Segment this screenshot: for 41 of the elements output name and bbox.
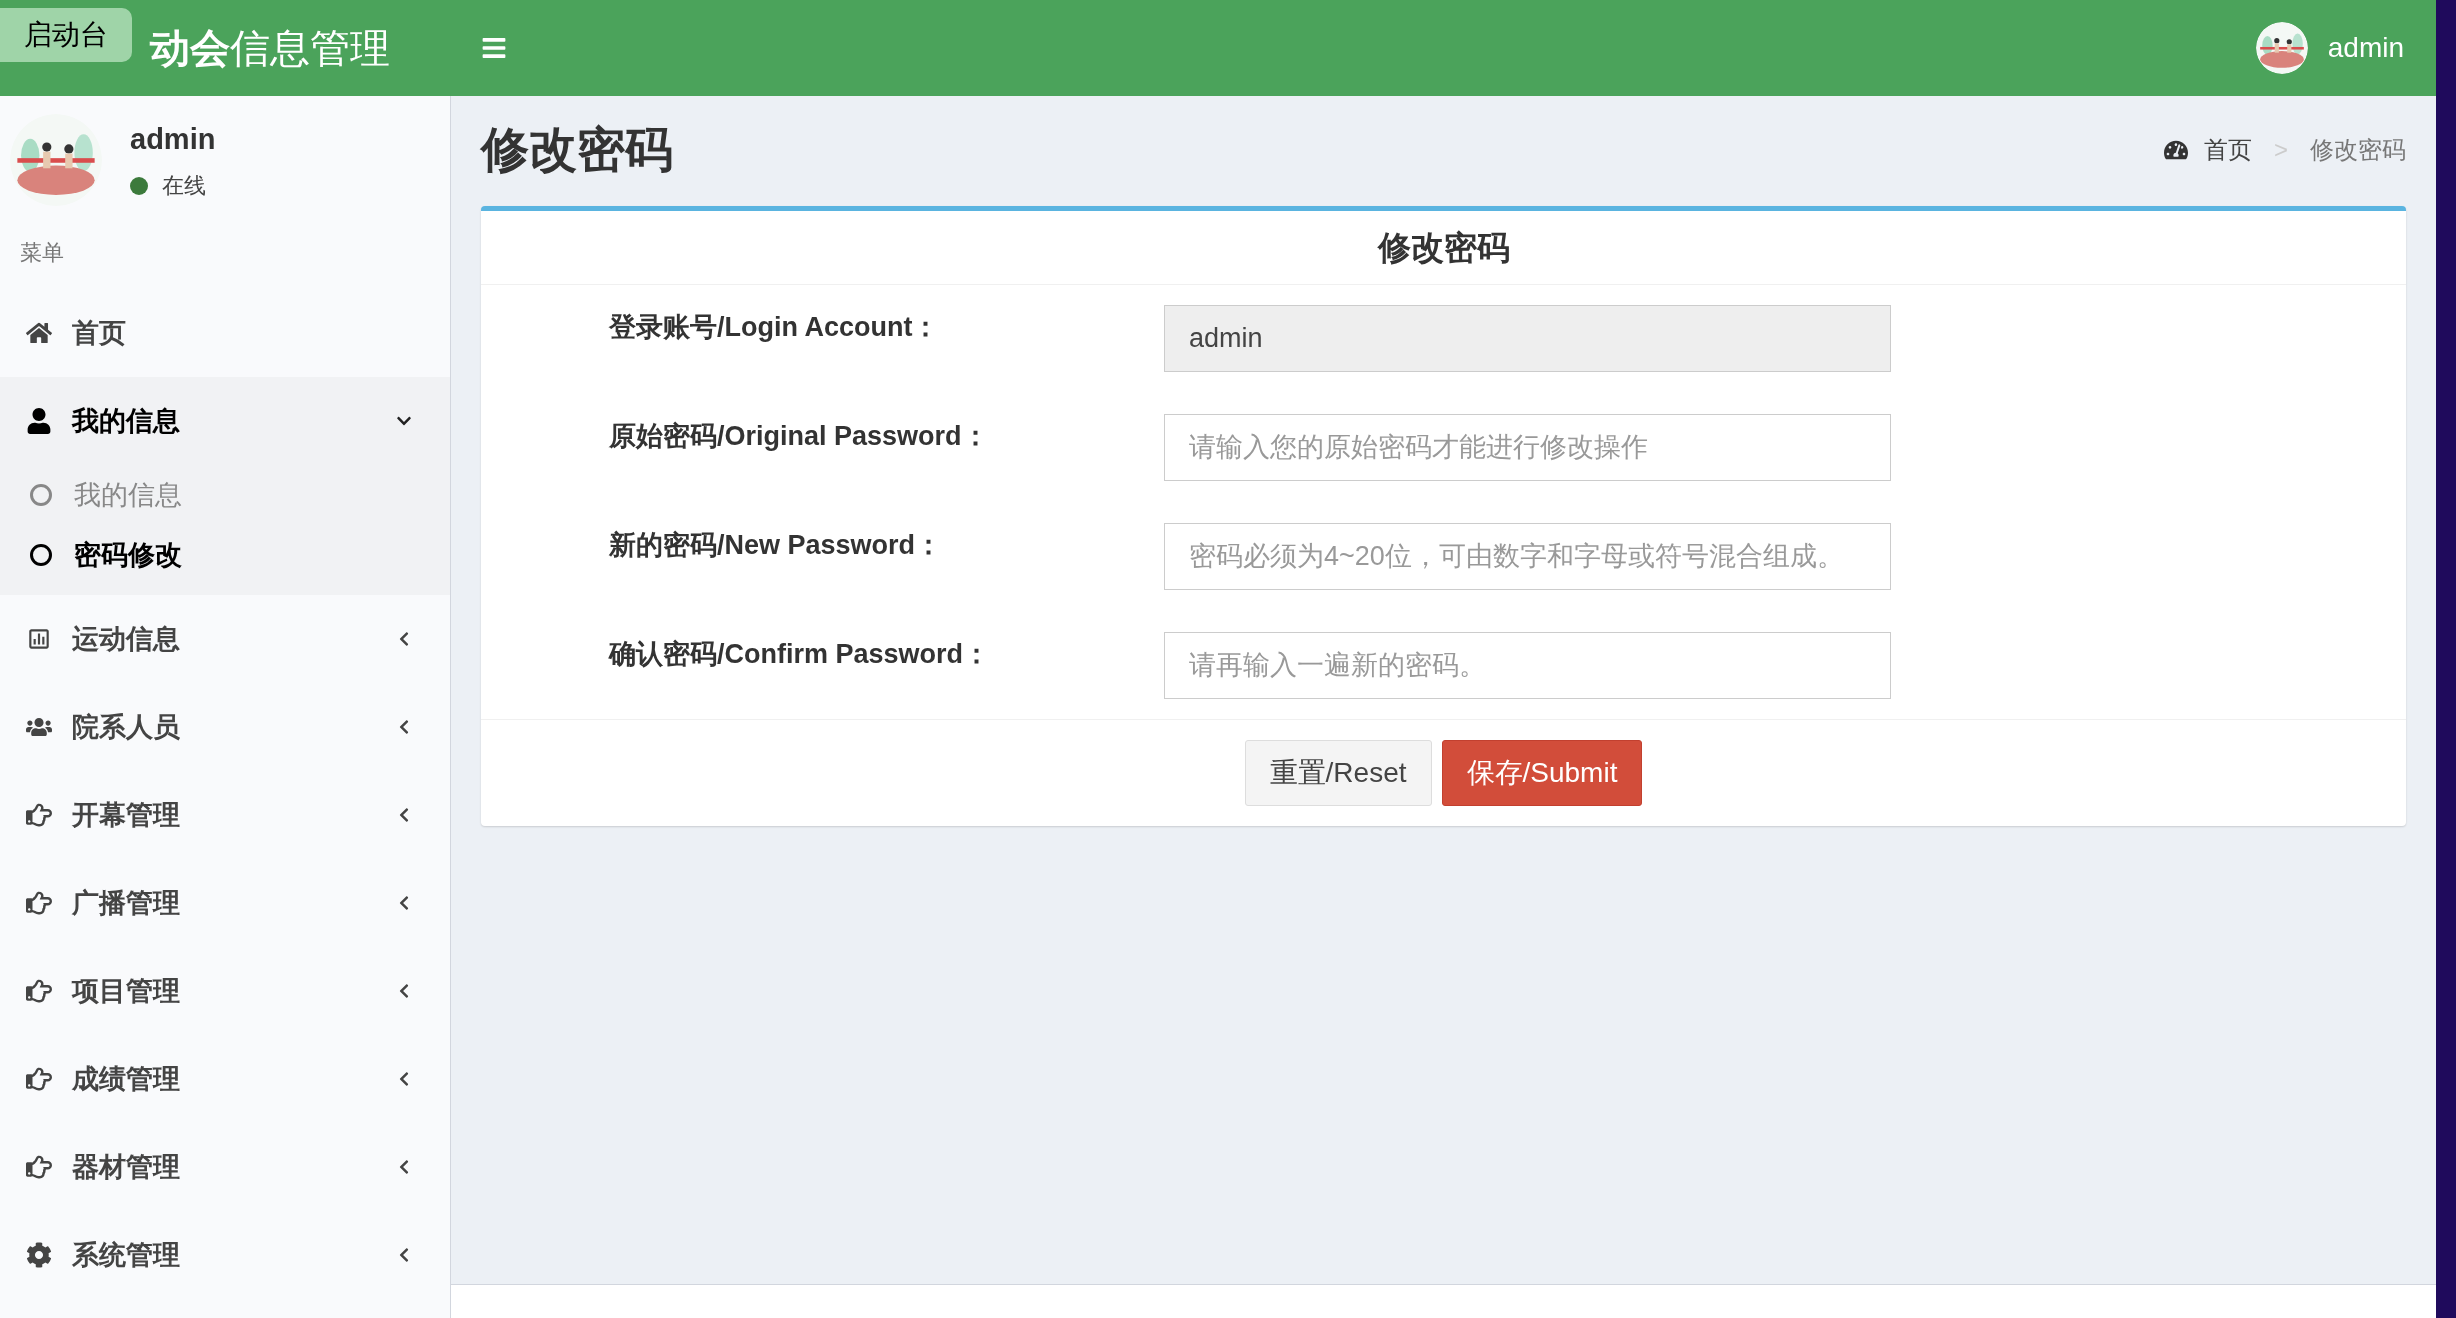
profile-name: admin (130, 121, 216, 157)
menu-item[interactable]: 开幕管理 (0, 771, 450, 859)
field-label: 原始密码/Original Password： (608, 420, 990, 453)
menu-item[interactable]: 系统管理 (0, 1211, 450, 1299)
input-field[interactable]: 密码必须为4~20位，可由数字和字母或符号混合组成。 (1164, 523, 1891, 590)
menu-item[interactable]: 项目管理 (0, 947, 450, 1035)
breadcrumb-separator: > (2274, 135, 2288, 165)
submit-button[interactable]: 保存/Submit (1441, 740, 1643, 806)
menu-item[interactable]: 器材管理 (0, 1123, 450, 1211)
hand-pointing-icon (26, 1066, 52, 1092)
menu-heading: 菜单 (19, 239, 65, 267)
submenu-item[interactable]: 密码修改 (0, 525, 450, 585)
menu-item[interactable]: 首页 (0, 289, 450, 377)
gear-icon (26, 1242, 52, 1268)
hand-pointing-icon (26, 1154, 52, 1180)
input-field[interactable]: 请再输入一遍新的密码。 (1164, 632, 1891, 699)
bar-chart-icon (26, 626, 52, 652)
hand-pointing-icon (26, 890, 52, 916)
dashboard-icon (2164, 138, 2188, 162)
user-icon (26, 408, 52, 434)
breadcrumb-item[interactable]: 首页 (2204, 132, 2252, 168)
field-label: 确认密码/Confirm Password： (607, 638, 992, 671)
menu-item[interactable]: 运动信息 (0, 595, 450, 683)
status-text: 在线 (162, 172, 206, 201)
reset-button[interactable]: 重置/Reset (1244, 740, 1432, 806)
app-title: 动会信息管理 (150, 25, 390, 72)
page-title: 修改密码 (481, 122, 673, 178)
menu-icon[interactable] (481, 35, 507, 61)
breadcrumb-item: 修改密码 (2310, 135, 2406, 165)
menu-item[interactable]: 我的信息 (0, 377, 450, 465)
hand-pointing-icon (26, 978, 52, 1004)
menu-item[interactable]: 广播管理 (0, 859, 450, 947)
home-icon (26, 320, 52, 346)
hand-pointing-icon (26, 802, 52, 828)
menu-item[interactable]: 院系人员 (0, 683, 450, 771)
menu-item[interactable]: 成绩管理 (0, 1035, 450, 1123)
field-label: 登录账号/Login Account： (607, 311, 941, 344)
field-label: 新的密码/New Password： (608, 529, 944, 562)
form-title: 修改密码 (1377, 227, 1510, 268)
launcher-tooltip: 启动台 (0, 8, 132, 62)
input-field[interactable]: 请输入您的原始密码才能进行修改操作 (1164, 414, 1891, 481)
